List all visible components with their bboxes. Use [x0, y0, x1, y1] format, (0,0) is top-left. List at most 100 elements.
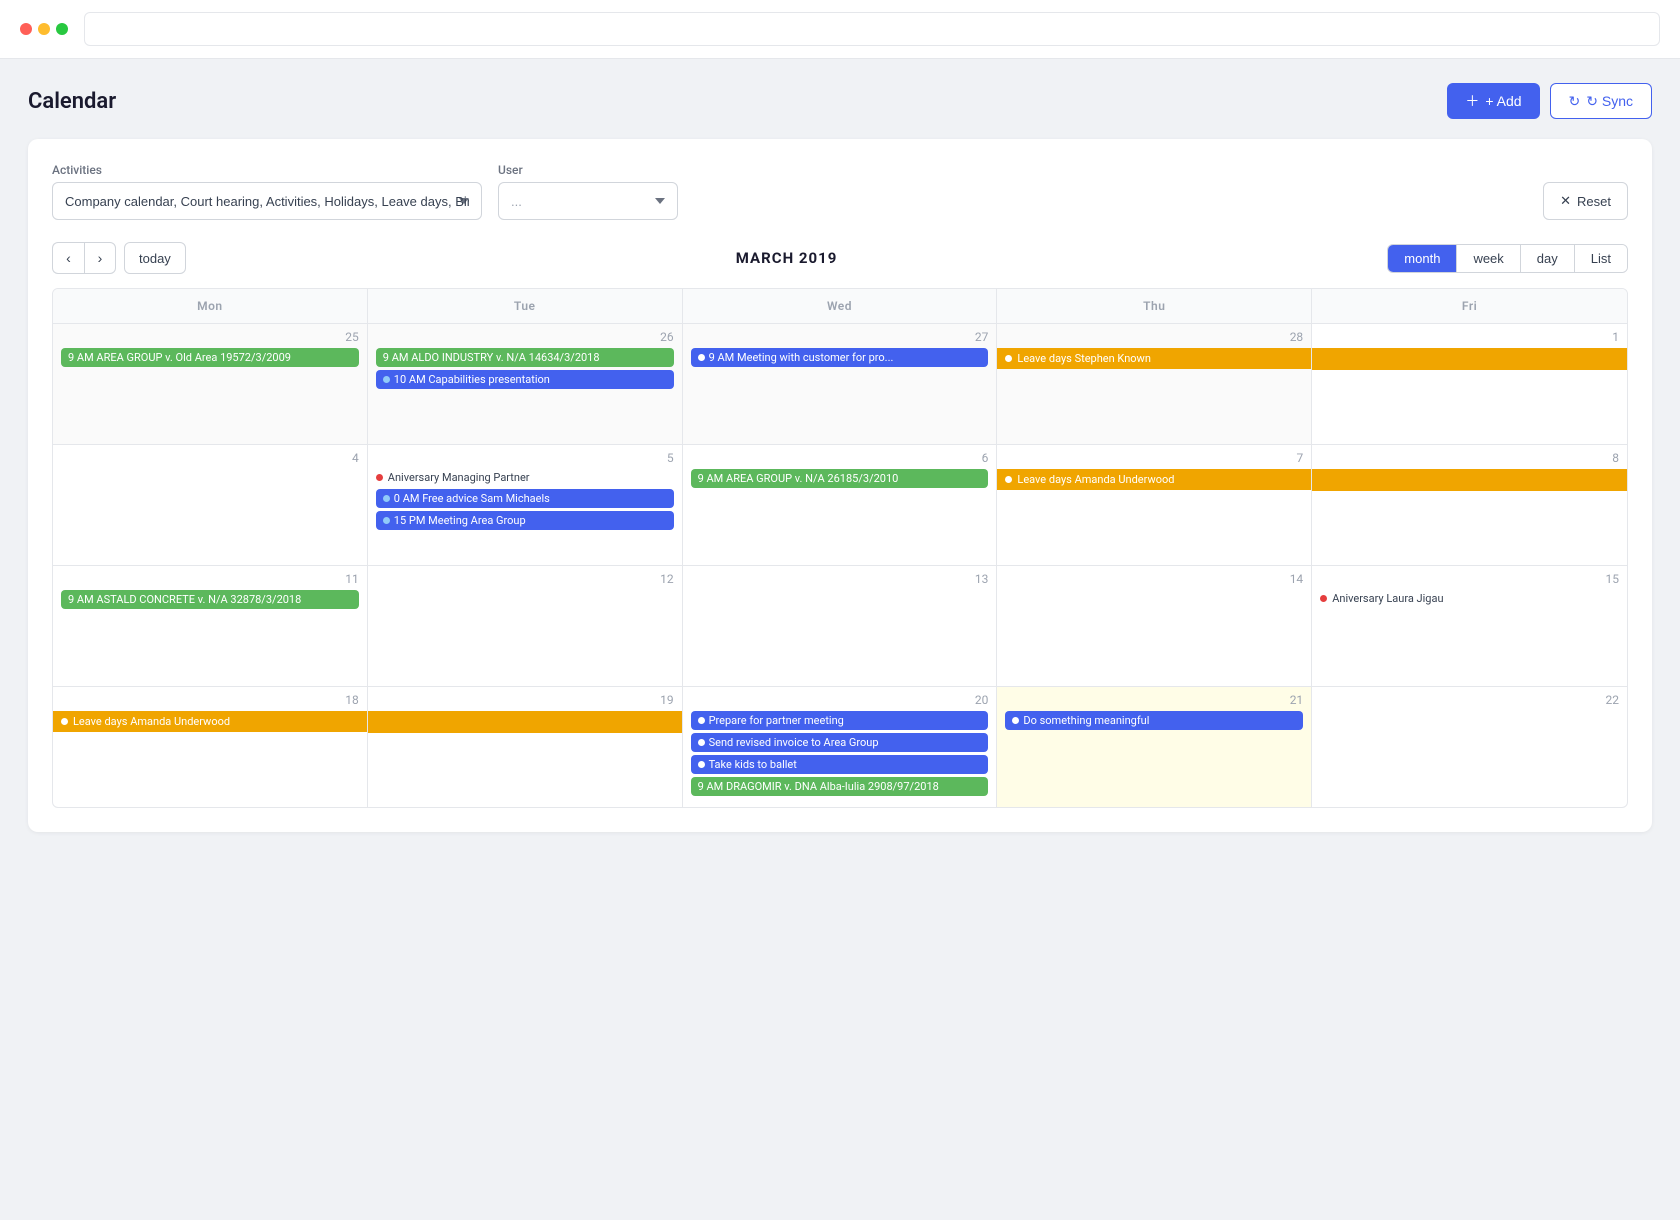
event-area-group-2[interactable]: 9 AM AREA GROUP v. N/A 26185/3/2010 [691, 469, 989, 488]
event-text: Prepare for partner meeting [709, 714, 844, 727]
filters-row: Activities Company calendar, Court heari… [52, 163, 1628, 220]
event-leave-amanda-end [368, 711, 682, 733]
reset-button[interactable]: ✕ Reset [1543, 182, 1628, 220]
date-num: 26 [376, 330, 674, 344]
cal-cell-28[interactable]: 28 Leave days Stephen Known [997, 324, 1312, 444]
calendar-row-1: 25 9 AM AREA GROUP v. Old Area 19572/3/2… [53, 324, 1627, 445]
cal-cell-6[interactable]: 6 9 AM AREA GROUP v. N/A 26185/3/2010 [683, 445, 998, 565]
event-text: 9 AM Meeting with customer for pro... [709, 351, 894, 364]
event-prepare-partner[interactable]: Prepare for partner meeting [691, 711, 989, 730]
cal-cell-5[interactable]: 5 Aniversary Managing Partner 0 AM Free … [368, 445, 683, 565]
event-meeting-customer[interactable]: 9 AM Meeting with customer for pro... [691, 348, 989, 367]
event-anniversary-mp[interactable]: Aniversary Managing Partner [376, 469, 674, 486]
traffic-light-red [20, 23, 32, 35]
traffic-lights [20, 23, 68, 35]
cal-cell-25[interactable]: 25 9 AM AREA GROUP v. Old Area 19572/3/2… [53, 324, 368, 444]
traffic-light-yellow [38, 23, 50, 35]
calendar-row-4: 18 Leave days Amanda Underwood 19 20 [53, 687, 1627, 807]
top-search-input[interactable] [84, 12, 1660, 46]
date-num: 5 [376, 451, 674, 465]
date-num: 4 [61, 451, 359, 465]
event-meeting-area[interactable]: 15 PM Meeting Area Group [376, 511, 674, 530]
cal-cell-8[interactable]: 8 [1312, 445, 1627, 565]
event-do-something[interactable]: Do something meaningful [1005, 711, 1303, 730]
cal-cell-15[interactable]: 15 Aniversary Laura Jigau [1312, 566, 1627, 686]
date-num: 18 [61, 693, 359, 707]
cal-cell-4[interactable]: 4 [53, 445, 368, 565]
event-dot [698, 717, 705, 724]
activities-select[interactable]: Company calendar, Court hearing, Activit… [52, 182, 482, 220]
plus-icon: ＋ [1465, 91, 1479, 111]
cal-cell-22[interactable]: 22 [1312, 687, 1627, 807]
date-num: 12 [376, 572, 674, 586]
cal-cell-26[interactable]: 26 9 AM ALDO INDUSTRY v. N/A 14634/3/201… [368, 324, 683, 444]
calendar-grid: Mon Tue Wed Thu Fri 25 9 AM AREA GROUP v… [52, 288, 1628, 808]
date-num: 15 [1320, 572, 1619, 586]
event-dot [698, 739, 705, 746]
view-month-button[interactable]: month [1388, 245, 1457, 272]
event-aldo[interactable]: 9 AM ALDO INDUSTRY v. N/A 14634/3/2018 [376, 348, 674, 367]
nav-buttons: ‹ › [52, 242, 116, 274]
add-button[interactable]: ＋ + Add [1447, 83, 1539, 119]
event-area-group[interactable]: 9 AM AREA GROUP v. Old Area 19572/3/2009 [61, 348, 359, 367]
page-title: Calendar [28, 89, 116, 114]
activities-filter-group: Activities Company calendar, Court heari… [52, 163, 482, 220]
event-send-invoice[interactable]: Send revised invoice to Area Group [691, 733, 989, 752]
event-kids-ballet[interactable]: Take kids to ballet [691, 755, 989, 774]
event-astald[interactable]: 9 AM ASTALD CONCRETE v. N/A 32878/3/2018 [61, 590, 359, 609]
activities-label: Activities [52, 163, 482, 177]
date-num: 20 [691, 693, 989, 707]
cal-cell-11[interactable]: 11 9 AM ASTALD CONCRETE v. N/A 32878/3/2… [53, 566, 368, 686]
cal-cell-14[interactable]: 14 [997, 566, 1312, 686]
event-text: 15 PM Meeting Area Group [394, 514, 526, 527]
date-num: 22 [1320, 693, 1619, 707]
event-leave-stephen-cont [1312, 348, 1627, 370]
event-leave-amanda-cont [1312, 469, 1627, 491]
next-button[interactable]: › [84, 242, 116, 274]
cal-cell-1[interactable]: 1 [1312, 324, 1627, 444]
day-header-fri: Fri [1312, 289, 1627, 323]
header-actions: ＋ + Add ↻ ↻ Sync [1447, 83, 1652, 119]
prev-button[interactable]: ‹ [52, 242, 84, 274]
event-dragomir[interactable]: 9 AM DRAGOMIR v. DNA Alba-Iulia 2908/97/… [691, 777, 989, 796]
user-select[interactable]: ... [498, 182, 678, 220]
event-capabilities[interactable]: 10 AM Capabilities presentation [376, 370, 674, 389]
date-num: 27 [691, 330, 989, 344]
cal-cell-12[interactable]: 12 [368, 566, 683, 686]
date-num: 25 [61, 330, 359, 344]
cal-cell-27[interactable]: 27 9 AM Meeting with customer for pro... [683, 324, 998, 444]
event-text: Leave days Amanda Underwood [73, 715, 230, 728]
view-week-button[interactable]: week [1457, 245, 1520, 272]
day-headers: Mon Tue Wed Thu Fri [53, 289, 1627, 324]
cal-cell-21[interactable]: 21 Do something meaningful [997, 687, 1312, 807]
user-label: User [498, 163, 678, 177]
cal-cell-20[interactable]: 20 Prepare for partner meeting Send revi… [683, 687, 998, 807]
calendar-card: Activities Company calendar, Court heari… [28, 139, 1652, 832]
event-anniversary-laura[interactable]: Aniversary Laura Jigau [1320, 590, 1619, 607]
cal-cell-18[interactable]: 18 Leave days Amanda Underwood [53, 687, 368, 807]
add-label: + Add [1485, 93, 1521, 109]
event-dot [376, 474, 383, 481]
month-title: MARCH 2019 [186, 249, 1387, 267]
today-button[interactable]: today [124, 242, 186, 274]
x-icon: ✕ [1560, 193, 1571, 209]
sync-button[interactable]: ↻ ↻ Sync [1550, 83, 1652, 119]
sync-icon: ↻ [1569, 93, 1581, 110]
event-free-advice[interactable]: 0 AM Free advice Sam Michaels [376, 489, 674, 508]
event-leave-stephen[interactable]: Leave days Stephen Known [997, 348, 1311, 369]
calendar-row-2: 4 5 Aniversary Managing Partner 0 AM Fre… [53, 445, 1627, 566]
app-container: Calendar ＋ + Add ↻ ↻ Sync Activities Com… [0, 59, 1680, 856]
view-list-button[interactable]: List [1575, 245, 1627, 272]
event-text: Leave days Amanda Underwood [1017, 473, 1174, 486]
event-leave-amanda[interactable]: Leave days Amanda Underwood [997, 469, 1311, 490]
event-text: Take kids to ballet [709, 758, 797, 771]
cal-cell-19[interactable]: 19 [368, 687, 683, 807]
event-dot [1320, 595, 1327, 602]
day-header-mon: Mon [53, 289, 368, 323]
event-text: 0 AM Free advice Sam Michaels [394, 492, 550, 505]
cal-cell-13[interactable]: 13 [683, 566, 998, 686]
event-leave-amanda-2[interactable]: Leave days Amanda Underwood [53, 711, 367, 732]
cal-cell-7[interactable]: 7 Leave days Amanda Underwood [997, 445, 1312, 565]
view-day-button[interactable]: day [1521, 245, 1575, 272]
calendar-nav: ‹ › today MARCH 2019 month week day List [52, 242, 1628, 274]
